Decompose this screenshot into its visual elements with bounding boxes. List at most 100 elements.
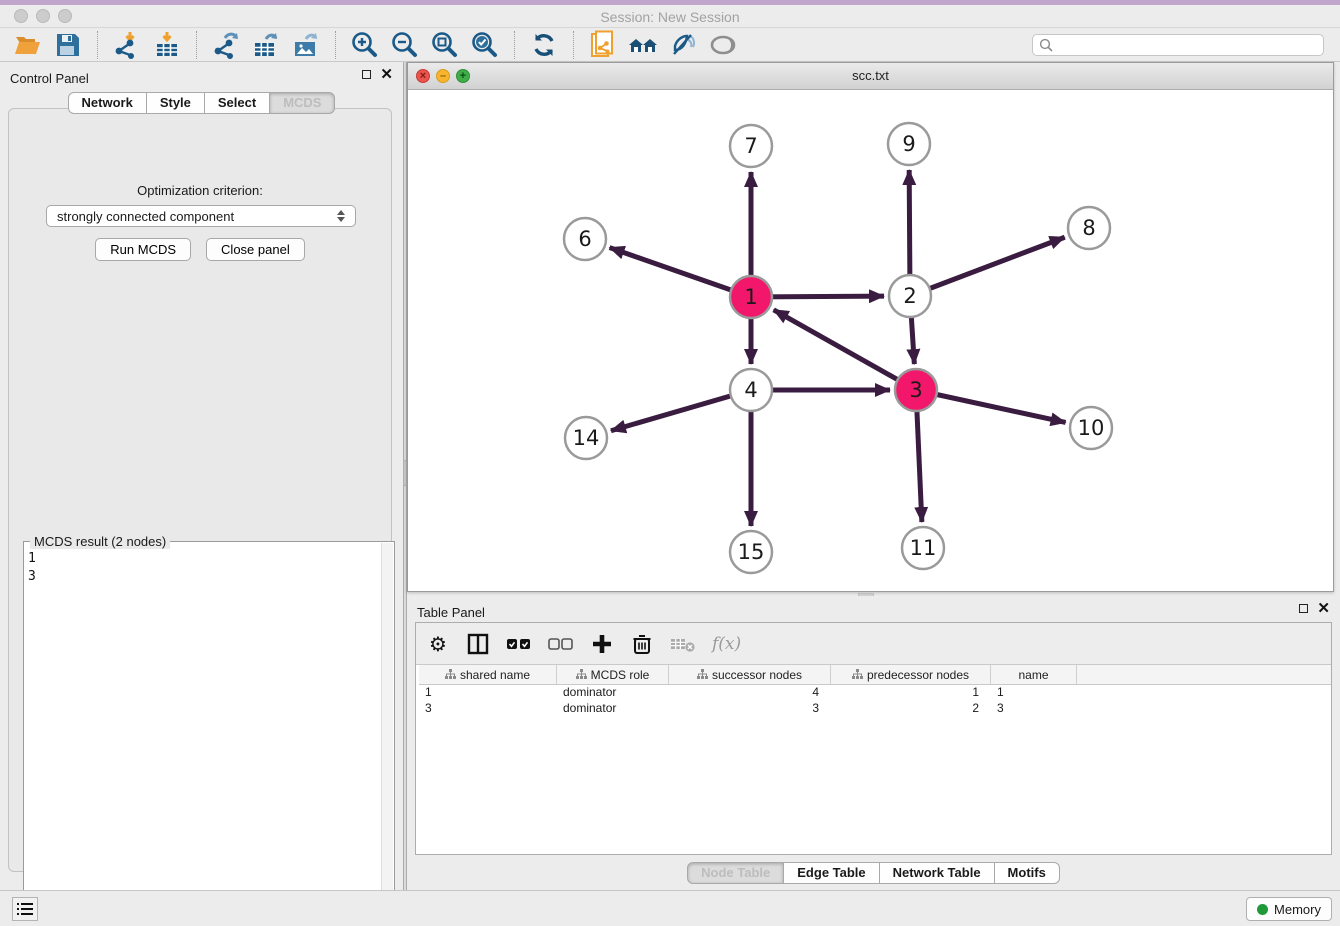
- graph-edge-1-6[interactable]: [610, 248, 751, 297]
- mcds-result-text[interactable]: 1 3: [28, 550, 378, 914]
- tab-mcds[interactable]: MCDS: [270, 92, 335, 114]
- result-scrollbar[interactable]: [381, 543, 393, 917]
- search-box[interactable]: [1032, 34, 1324, 56]
- zoom-in-button[interactable]: [348, 30, 382, 60]
- zoom-out-button[interactable]: [388, 30, 422, 60]
- optimization-criterion-dropdown[interactable]: strongly connected component: [46, 205, 356, 227]
- tab-motifs[interactable]: Motifs: [995, 862, 1060, 884]
- memory-status-icon: [1257, 904, 1268, 915]
- deselect-all-button[interactable]: [548, 631, 574, 657]
- graph-node-9[interactable]: 9: [888, 123, 930, 165]
- open-file-button[interactable]: [11, 30, 45, 60]
- graph-node-7[interactable]: 7: [730, 125, 772, 167]
- svg-text:4: 4: [744, 378, 757, 402]
- column-header-MCDS-role[interactable]: MCDS role: [557, 665, 669, 684]
- export-network-button[interactable]: [209, 30, 243, 60]
- column-header-shared-name[interactable]: shared name: [419, 665, 557, 684]
- add-row-button[interactable]: [590, 631, 614, 657]
- save-icon: [55, 32, 81, 58]
- graph-node-8[interactable]: 8: [1068, 207, 1110, 249]
- float-panel-icon[interactable]: [362, 70, 371, 79]
- graph-node-15[interactable]: 15: [730, 531, 772, 573]
- trash-icon: [632, 633, 652, 655]
- svg-text:9: 9: [902, 132, 915, 156]
- search-input[interactable]: [1053, 38, 1317, 52]
- run-mcds-button[interactable]: Run MCDS: [95, 238, 191, 261]
- zoom-in-icon: [351, 31, 379, 59]
- column-header-successor-nodes[interactable]: successor nodes: [669, 665, 831, 684]
- network-window-titlebar[interactable]: × – + scc.txt: [408, 63, 1333, 90]
- delete-row-button[interactable]: [630, 631, 654, 657]
- close-panel-icon[interactable]: ✕: [380, 69, 393, 80]
- table-cell[interactable]: 3: [669, 701, 831, 717]
- tab-network-table[interactable]: Network Table: [880, 862, 995, 884]
- table-settings-button[interactable]: ⚙: [426, 631, 450, 657]
- memory-button[interactable]: Memory: [1246, 897, 1332, 921]
- zoom-out-icon: [391, 31, 419, 59]
- new-network-icon: [589, 30, 617, 60]
- select-all-button[interactable]: [506, 631, 532, 657]
- export-image-button[interactable]: [289, 30, 323, 60]
- tab-node-table[interactable]: Node Table: [687, 862, 784, 884]
- graph-node-10[interactable]: 10: [1070, 407, 1112, 449]
- graph-node-14[interactable]: 14: [565, 417, 607, 459]
- mcds-result-title: MCDS result (2 nodes): [30, 534, 170, 549]
- toolbar-separator: [335, 31, 336, 59]
- shared-column-icon: [697, 669, 708, 680]
- toggle-graphics-details-button[interactable]: [666, 30, 700, 60]
- table-row[interactable]: 3dominator323: [419, 701, 1331, 717]
- table-cell[interactable]: 4: [669, 685, 831, 701]
- show-columns-button[interactable]: [466, 631, 490, 657]
- deselect-all-icon: [548, 637, 574, 651]
- table-cell[interactable]: dominator: [557, 701, 669, 717]
- table-cell[interactable]: dominator: [557, 685, 669, 701]
- task-history-button[interactable]: [12, 897, 38, 921]
- table-cell[interactable]: 1: [419, 685, 557, 701]
- graph-node-3[interactable]: 3: [895, 369, 937, 411]
- tab-edge-table[interactable]: Edge Table: [784, 862, 879, 884]
- refresh-layout-button[interactable]: [527, 30, 561, 60]
- save-session-button[interactable]: [51, 30, 85, 60]
- close-panel-icon[interactable]: ✕: [1317, 603, 1330, 614]
- close-panel-button[interactable]: Close panel: [206, 238, 305, 261]
- graph-edge-3-1[interactable]: [774, 310, 916, 390]
- graph-node-1[interactable]: 1: [730, 276, 772, 318]
- birds-eye-view-button[interactable]: [706, 30, 740, 60]
- function-builder-button[interactable]: f(x): [712, 631, 741, 657]
- home-icon: [627, 32, 659, 58]
- table-row[interactable]: 1dominator411: [419, 685, 1331, 701]
- column-header-predecessor-nodes[interactable]: predecessor nodes: [831, 665, 991, 684]
- home-first-neighbors-button[interactable]: [626, 30, 660, 60]
- graph-edge-2-8[interactable]: [910, 237, 1065, 296]
- graph-node-6[interactable]: 6: [564, 218, 606, 260]
- graph-node-4[interactable]: 4: [730, 369, 772, 411]
- svg-text:1: 1: [744, 285, 757, 309]
- new-network-button[interactable]: [586, 30, 620, 60]
- delete-table-icon: [670, 635, 696, 653]
- zoom-fit-button[interactable]: [428, 30, 462, 60]
- graph-node-2[interactable]: 2: [889, 275, 931, 317]
- float-panel-icon[interactable]: [1299, 604, 1308, 613]
- graph-node-11[interactable]: 11: [902, 527, 944, 569]
- tab-style[interactable]: Style: [147, 92, 205, 114]
- table-cell[interactable]: 1: [831, 685, 991, 701]
- node-table-container: ⚙ f(x) shared nameMCDS rolesuccessor nod: [415, 622, 1332, 855]
- import-table-button[interactable]: [150, 30, 184, 60]
- zoom-selected-button[interactable]: [468, 30, 502, 60]
- tab-network[interactable]: Network: [68, 92, 147, 114]
- tab-select[interactable]: Select: [205, 92, 270, 114]
- table-cell[interactable]: 2: [831, 701, 991, 717]
- import-network-button[interactable]: [110, 30, 144, 60]
- export-table-button[interactable]: [249, 30, 283, 60]
- table-header-row: shared nameMCDS rolesuccessor nodesprede…: [419, 665, 1331, 685]
- column-header-name[interactable]: name: [991, 665, 1077, 684]
- dropdown-stepper-icon: [337, 210, 345, 222]
- table-cell[interactable]: 3: [991, 701, 1077, 717]
- network-canvas[interactable]: 7 9 6 8 1 2 4 3 14 10 15 11: [408, 90, 1333, 591]
- table-cell[interactable]: 1: [991, 685, 1077, 701]
- graph-edge-3-10[interactable]: [916, 390, 1066, 422]
- table-cell[interactable]: 3: [419, 701, 557, 717]
- svg-text:11: 11: [910, 536, 937, 560]
- delete-table-button[interactable]: [670, 631, 696, 657]
- control-panel-title: Control Panel: [10, 71, 89, 86]
